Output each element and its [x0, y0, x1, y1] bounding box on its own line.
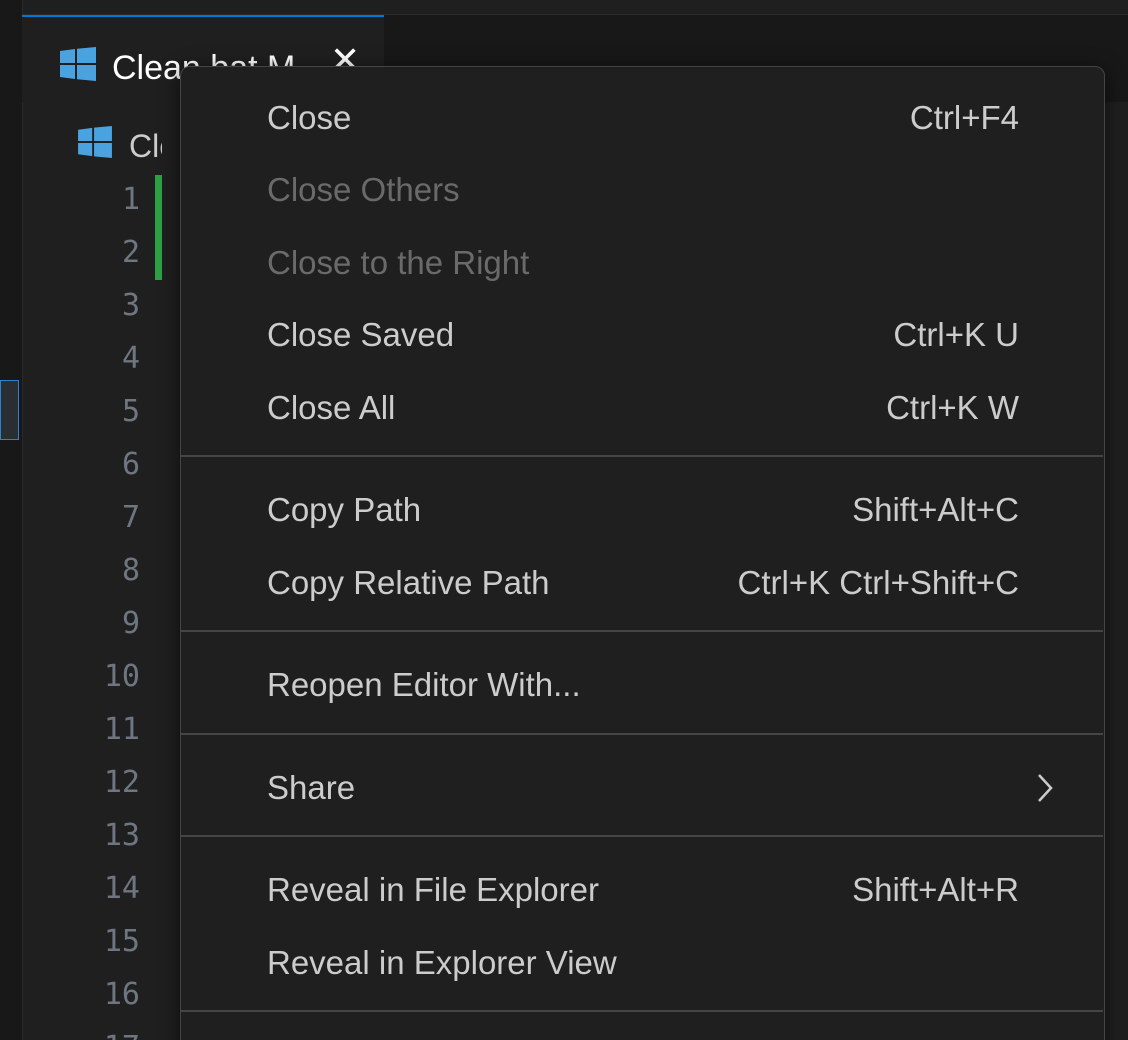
menu-item-label: Share — [267, 769, 356, 806]
menu-item-label: Close — [267, 99, 352, 136]
menu-item-shortcut: Ctrl+K Ctrl+Shift+C — [737, 564, 1020, 601]
menu-item-share[interactable]: Share — [181, 759, 1103, 819]
line-number: 5 — [121, 394, 140, 429]
menu-item-label: Close All — [267, 389, 396, 426]
menu-item-copy-relative-path[interactable]: Copy Relative Path Ctrl+K Ctrl+Shift+C — [181, 554, 1103, 614]
line-number: 7 — [121, 500, 140, 535]
menu-item-shortcut: Ctrl+F4 — [909, 99, 1019, 136]
line-number: 16 — [103, 977, 140, 1012]
windows-icon — [78, 126, 112, 158]
menu-item-shortcut: Shift+Alt+C — [852, 491, 1019, 528]
menu-item-close[interactable]: Close Ctrl+F4 — [181, 89, 1103, 149]
menu-item-label: Close to the Right — [267, 244, 530, 281]
git-added-marker — [155, 175, 162, 280]
menu-item-label: Copy Relative Path — [267, 564, 550, 601]
chevron-right-icon — [1038, 774, 1053, 802]
line-number: 13 — [103, 818, 140, 853]
menu-item-copy-path[interactable]: Copy Path Shift+Alt+C — [181, 481, 1103, 541]
menu-separator — [181, 1010, 1103, 1012]
line-number: 6 — [121, 447, 140, 482]
line-number: 12 — [103, 765, 140, 800]
menu-item-close-others: Close Others — [181, 161, 1103, 221]
menu-item-reveal-in-explorer-view[interactable]: Reveal in Explorer View — [181, 934, 1103, 994]
menu-item-label: Close Saved — [267, 316, 455, 353]
menu-separator — [181, 835, 1103, 837]
line-number: 3 — [121, 288, 140, 323]
line-number: 1 — [121, 182, 140, 217]
menu-separator — [181, 455, 1103, 457]
menu-item-label: Reveal in Explorer View — [267, 944, 617, 981]
line-number: 2 — [121, 235, 140, 270]
menu-item-reveal-in-file-explorer[interactable]: Reveal in File Explorer Shift+Alt+R — [181, 861, 1103, 921]
menu-item-reopen-editor-with[interactable]: Reopen Editor With... — [181, 656, 1103, 716]
vscode-window: Clean.bat M ✕ Cle 1 2 3 4 5 6 7 8 9 10 1… — [0, 0, 1128, 1040]
line-number: 17 — [40, 1030, 140, 1040]
menu-item-close-saved[interactable]: Close Saved Ctrl+K U — [181, 306, 1103, 366]
line-number: 4 — [121, 341, 140, 376]
menu-item-shortcut: Ctrl+K U — [893, 316, 1019, 353]
menu-separator — [181, 733, 1103, 735]
menu-item-label: Reopen Editor With... — [267, 666, 581, 703]
tab-context-menu: Close Ctrl+F4 Close Others Close to the … — [180, 66, 1105, 1040]
line-number: 14 — [103, 871, 140, 906]
menu-item-close-all[interactable]: Close All Ctrl+K W — [181, 379, 1103, 439]
side-strip — [0, 0, 23, 1040]
line-number: 9 — [121, 606, 140, 641]
menu-item-label: Copy Path — [267, 491, 422, 528]
menu-item-label: Close Others — [267, 171, 460, 208]
line-number: 11 — [103, 712, 140, 747]
menu-item-shortcut: Shift+Alt+R — [852, 871, 1019, 908]
line-number: 8 — [121, 553, 140, 588]
menu-item-close-to-the-right: Close to the Right — [181, 234, 1103, 294]
line-number: 10 — [103, 659, 140, 694]
line-number: 15 — [103, 924, 140, 959]
menu-separator — [181, 630, 1103, 632]
menu-item-shortcut: Ctrl+K W — [886, 389, 1019, 426]
windows-icon — [60, 47, 96, 81]
menu-item-label: Reveal in File Explorer — [267, 871, 599, 908]
line-number-gutter: 1 2 3 4 5 6 7 8 9 10 11 12 13 14 15 16 1… — [22, 175, 162, 1040]
active-view-marker[interactable] — [0, 380, 19, 440]
